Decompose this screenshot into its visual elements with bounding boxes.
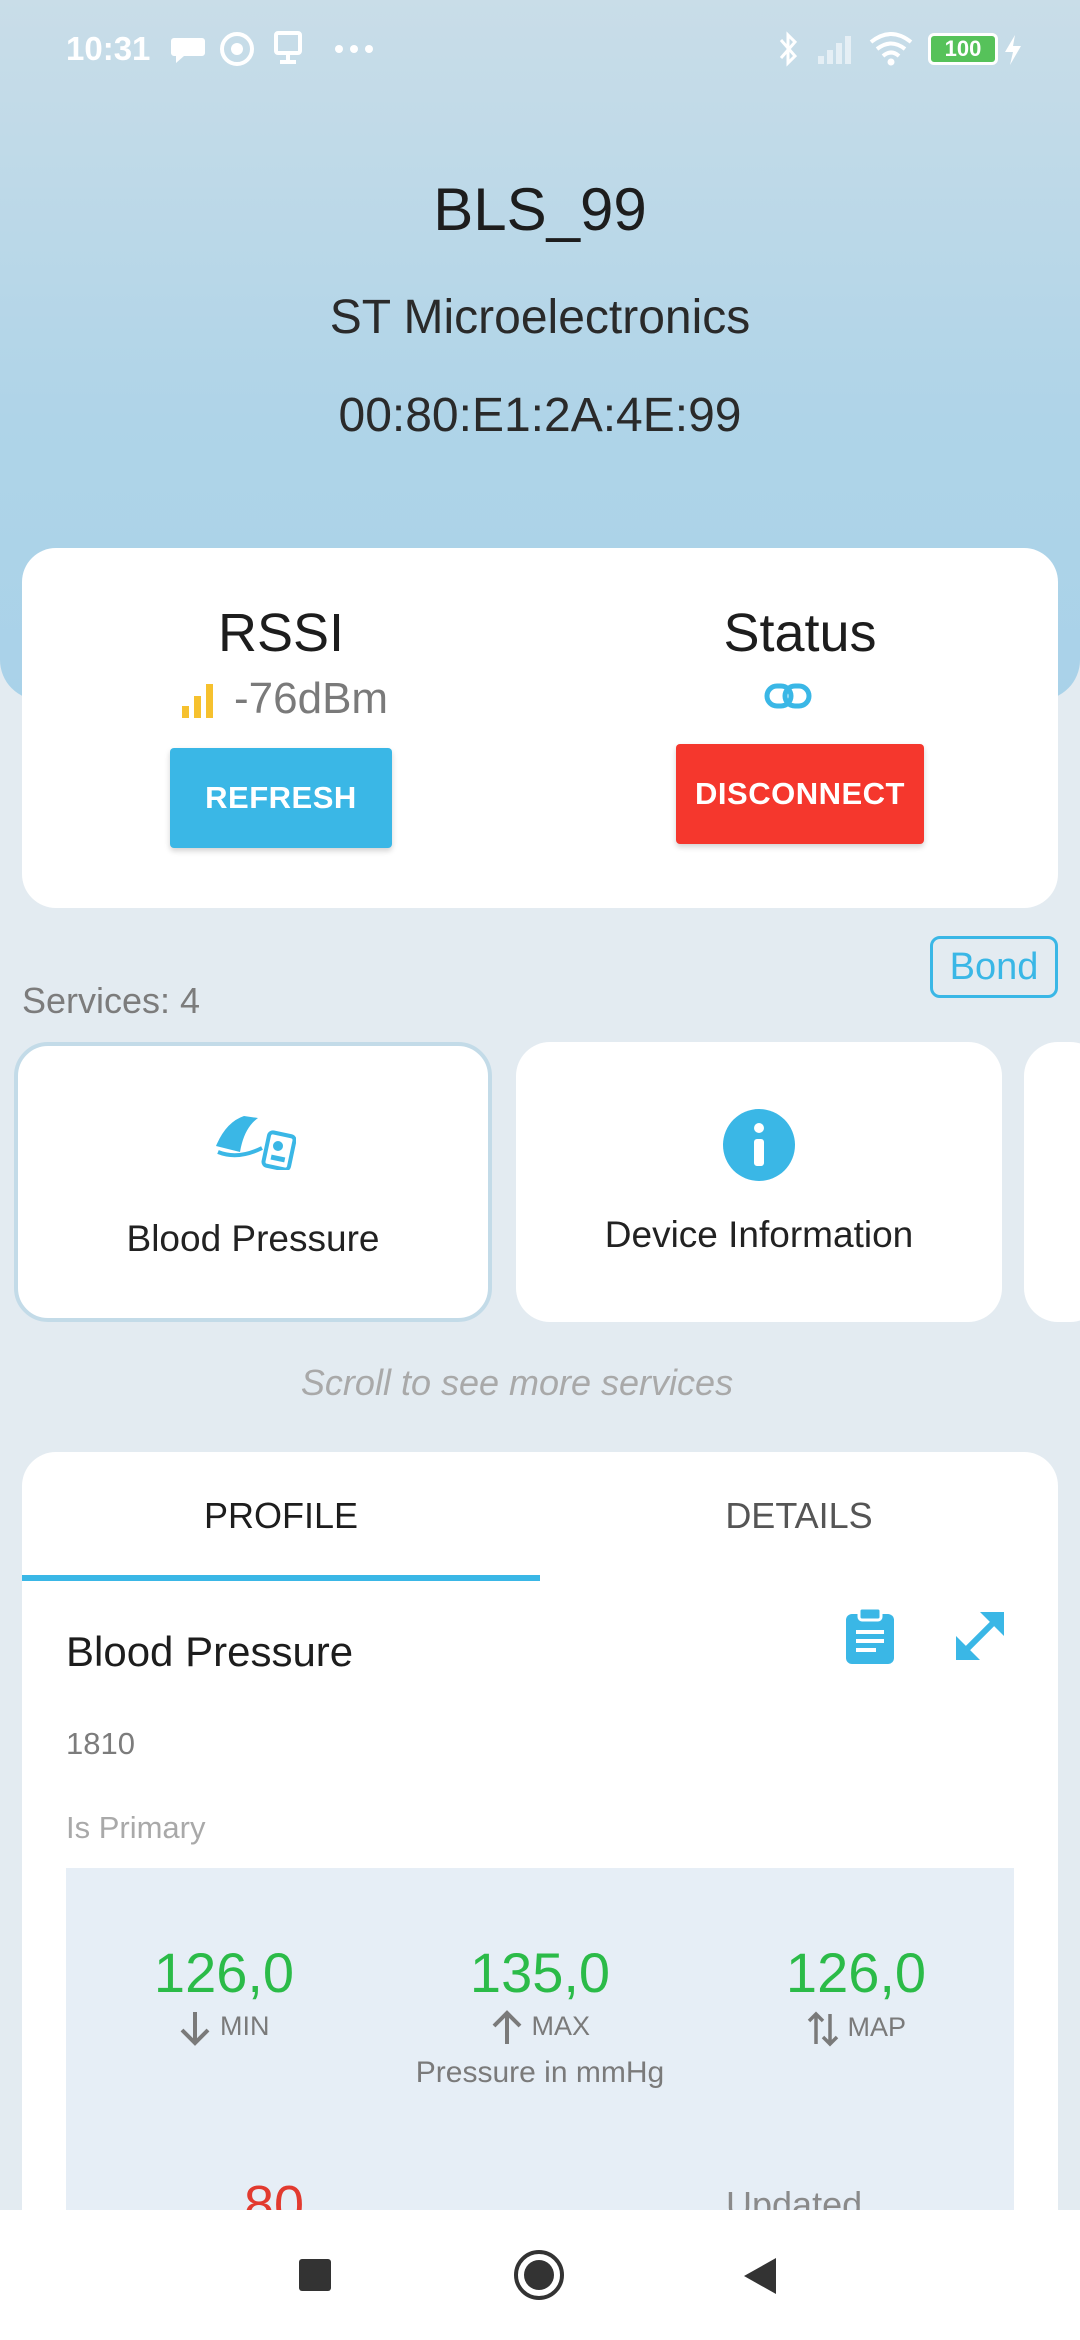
service-card-blood-pressure[interactable]: Blood Pressure xyxy=(14,1042,492,1322)
scroll-hint: Scroll to see more services xyxy=(300,1362,734,1403)
blood-pressure-monitor-icon xyxy=(216,1116,296,1170)
map-pressure-value: 126,0 xyxy=(785,1941,927,2004)
pressure-unit-label: Pressure in mmHg xyxy=(415,2056,665,2089)
tab-details[interactable]: DETAILS xyxy=(540,1452,1058,1580)
recent-apps-icon[interactable] xyxy=(298,2258,332,2292)
tab-profile[interactable]: PROFILE xyxy=(22,1452,540,1580)
max-pressure-label: MAX xyxy=(410,2010,670,2046)
min-pressure-value: 126,0 xyxy=(153,1941,295,2004)
signal-icon xyxy=(818,36,851,64)
service-title: Blood Pressure xyxy=(66,1628,354,1675)
service-detail-card: PROFILE DETAILS Blood Pressure 1810 Is P… xyxy=(22,1452,1058,2340)
status-bar: 10:31 100 xyxy=(0,0,1080,100)
chat-bubble-icon xyxy=(171,38,205,63)
service-uuid: 1810 xyxy=(66,1726,135,1761)
min-label-text: MIN xyxy=(220,2011,270,2042)
services-count: Services: 4 xyxy=(22,980,201,1021)
home-icon[interactable] xyxy=(512,2248,566,2302)
service-card-device-information[interactable]: Device Information xyxy=(516,1042,1002,1322)
refresh-button[interactable]: REFRESH xyxy=(170,748,392,848)
signal-strength-icon xyxy=(182,684,213,718)
service-primary-flag: Is Primary xyxy=(66,1810,206,1845)
device-address: 00:80:E1:2A:4E:99 xyxy=(338,389,742,442)
battery-icon: 100 xyxy=(928,33,998,65)
device-manufacturer: ST Microelectronics xyxy=(329,291,751,344)
chrome-icon xyxy=(220,32,254,66)
info-icon xyxy=(723,1109,795,1181)
expand-icon[interactable] xyxy=(952,1608,1008,1664)
status-title: Status xyxy=(723,603,877,663)
wifi-icon xyxy=(869,32,913,66)
charging-icon xyxy=(1005,35,1021,65)
disconnect-button[interactable]: DISCONNECT xyxy=(676,744,924,844)
max-label-text: MAX xyxy=(531,2011,591,2042)
arrow-up-icon xyxy=(492,2010,522,2044)
bluetooth-icon xyxy=(779,31,798,67)
bond-button[interactable]: Bond xyxy=(930,936,1058,998)
map-pressure-label: MAP xyxy=(726,2010,986,2048)
service-label: Device Information xyxy=(604,1214,914,1255)
arrow-down-icon xyxy=(181,2012,210,2046)
min-pressure-label: MIN xyxy=(94,2010,354,2046)
active-tab-indicator xyxy=(22,1575,540,1581)
monitor-icon xyxy=(274,31,302,64)
more-dots-icon xyxy=(335,45,373,53)
rssi-value: -76dBm xyxy=(234,674,389,723)
clipboard-icon[interactable] xyxy=(844,1606,896,1666)
system-navigation-bar xyxy=(0,2210,1080,2340)
back-icon[interactable] xyxy=(742,2256,778,2296)
service-label: Blood Pressure xyxy=(126,1218,380,1259)
service-card-more[interactable] xyxy=(1024,1042,1080,1322)
max-pressure-value: 135,0 xyxy=(469,1941,611,2004)
swap-vertical-icon xyxy=(807,2011,839,2047)
rssi-title: RSSI xyxy=(217,603,345,663)
connection-card: RSSI -76dBm REFRESH Status DISCONNECT xyxy=(22,548,1058,908)
battery-level: 100 xyxy=(944,36,982,61)
status-time: 10:31 xyxy=(66,30,151,67)
link-icon xyxy=(764,683,812,709)
map-label-text: MAP xyxy=(847,2012,907,2043)
device-name: BLS_99 xyxy=(433,176,647,243)
